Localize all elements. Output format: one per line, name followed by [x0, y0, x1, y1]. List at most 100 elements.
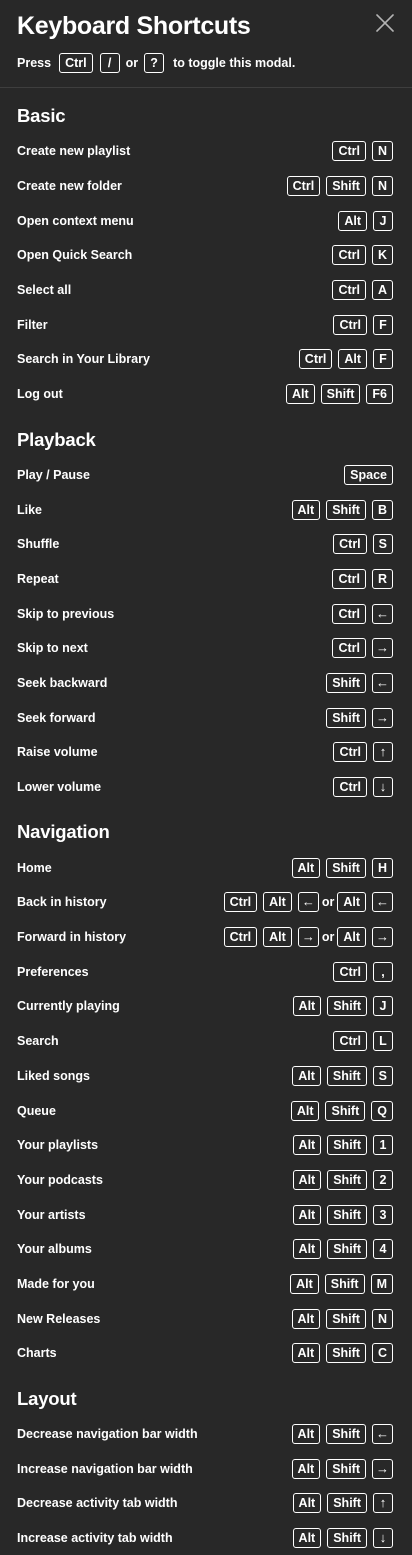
shortcut-keys: Ctrl ←	[332, 603, 393, 624]
shortcut-label: Create new playlist	[17, 144, 131, 159]
key-cap: Alt	[291, 1424, 321, 1445]
key-cap: K	[371, 245, 393, 266]
toggle-hint: Press Ctrl / or ? to toggle this modal.	[17, 52, 300, 74]
shortcut-label: Log out	[17, 387, 63, 402]
shortcut-keys: Shift →	[326, 707, 393, 728]
shortcut-keys: Ctrl N	[332, 141, 393, 162]
shortcut-keys: Ctrl K	[332, 245, 393, 266]
shortcut-row: Lower volume Ctrl ↓	[17, 770, 393, 805]
key-cap: Alt	[292, 1065, 321, 1086]
shortcut-row: Skip to previous Ctrl ←	[17, 596, 393, 631]
shortcut-label: Shuffle	[17, 537, 60, 552]
key-cap: S	[372, 1065, 393, 1086]
shortcut-keys: Ctrl Alt F	[298, 349, 393, 370]
keyboard-shortcuts-modal: Keyboard Shortcuts Press Ctrl / or ? to …	[0, 0, 412, 1549]
key-cap: Shift	[327, 1169, 367, 1190]
key-cap: ←	[372, 603, 393, 624]
shortcut-label: Currently playing	[17, 999, 120, 1014]
key-cap: Alt	[291, 1343, 321, 1364]
key-cap: ←	[297, 892, 319, 913]
close-button[interactable]	[373, 11, 397, 35]
key-cap: Shift	[326, 1458, 366, 1479]
shortcut-label: Lower volume	[17, 780, 102, 795]
key-cap: ,	[373, 961, 393, 982]
key-cap: Alt	[263, 927, 292, 948]
key-cap: N	[371, 141, 393, 162]
shortcut-row: New Releases Alt Shift N	[17, 1301, 393, 1336]
shortcut-keys: Ctrl ↑	[333, 742, 393, 763]
key-cap: R	[371, 568, 393, 589]
key-cap: N	[371, 176, 393, 197]
key-cap: Shift	[324, 1273, 365, 1294]
shortcut-label: Seek forward	[17, 710, 96, 725]
key-cap: Shift	[326, 857, 366, 878]
key-cap: Shift	[327, 1493, 367, 1514]
shortcut-row: Home Alt Shift H	[17, 850, 393, 885]
shortcut-row: Search Ctrl L	[17, 1024, 393, 1059]
shortcut-label: Your playlists	[17, 1138, 99, 1153]
shortcut-row: Decrease activity tab width Alt Shift ↑	[17, 1486, 393, 1521]
shortcut-label: Raise volume	[17, 745, 98, 760]
shortcut-label: Open Quick Search	[17, 248, 133, 263]
or-text: or	[321, 930, 335, 945]
key-cap: Ctrl	[332, 638, 366, 659]
shortcut-row: Select all Ctrl A	[17, 273, 393, 308]
key-cap: ↓	[373, 1528, 393, 1549]
key-cap: Ctrl	[333, 534, 367, 555]
close-icon	[376, 14, 394, 32]
shortcut-label: Seek backward	[17, 675, 108, 690]
shortcut-label: Skip to next	[17, 641, 88, 656]
key-cap: Alt	[285, 384, 315, 405]
shortcut-keys: Alt Shift ←	[291, 1424, 393, 1445]
shortcut-label: Skip to previous	[17, 606, 115, 621]
shortcut-keys: Ctrl Alt → or Alt →	[223, 927, 393, 948]
key-cap: Alt	[292, 1135, 322, 1156]
shortcut-row: Raise volume Ctrl ↑	[17, 735, 393, 770]
shortcut-row: Create new playlist Ctrl N	[17, 134, 393, 169]
key-cap: H	[371, 857, 393, 878]
shortcut-row: Create new folder Ctrl Shift N	[17, 169, 393, 204]
shortcut-row: Liked songs Alt Shift S	[17, 1059, 393, 1094]
shortcut-label: Your artists	[17, 1207, 86, 1222]
key-cap: Alt	[338, 210, 367, 231]
key-cap: F	[373, 314, 393, 335]
key-cap: Shift	[326, 499, 366, 520]
shortcut-keys: Ctrl Shift N	[286, 176, 393, 197]
shortcut-label: Create new folder	[17, 179, 122, 194]
shortcut-row: Skip to next Ctrl →	[17, 631, 393, 666]
key-cap: Q	[371, 1100, 393, 1121]
shortcut-label: Filter	[17, 317, 48, 332]
key-cap: Alt	[292, 996, 322, 1017]
key-cap: Shift	[327, 1528, 367, 1549]
key-cap: Ctrl	[332, 141, 366, 162]
key-cap: Shift	[327, 1135, 367, 1156]
key-cap: Ctrl	[286, 176, 321, 197]
key-cap: Ctrl	[333, 314, 367, 335]
shortcut-label: Increase navigation bar width	[17, 1461, 193, 1476]
shortcut-keys: Alt Shift ↓	[292, 1528, 393, 1549]
shortcut-row: Charts Alt Shift C	[17, 1336, 393, 1371]
key-cap: Ctrl	[332, 280, 366, 301]
key-cap: Ctrl	[333, 742, 367, 763]
shortcut-row: Made for you Alt Shift M	[17, 1267, 393, 1302]
key-cap: Alt	[291, 1308, 321, 1329]
key-cap: Alt	[263, 892, 292, 913]
shortcut-row: Your artists Alt Shift 3	[17, 1197, 393, 1232]
shortcut-label: Charts	[17, 1346, 57, 1361]
shortcut-keys: Ctrl R	[332, 568, 393, 589]
key-cap: ←	[372, 672, 393, 693]
shortcut-keys: Alt Shift Q	[290, 1100, 393, 1121]
shortcut-label: Your albums	[17, 1242, 92, 1257]
key-cap: Alt	[291, 1458, 321, 1479]
key-cap: 2	[373, 1169, 393, 1190]
shortcut-label: Decrease activity tab width	[17, 1496, 178, 1511]
shortcut-keys: Alt Shift N	[291, 1308, 393, 1329]
key-cap: ←	[372, 892, 393, 913]
shortcut-row: Decrease navigation bar width Alt Shift ←	[17, 1417, 393, 1452]
shortcut-row: Forward in history Ctrl Alt → or Alt →	[17, 920, 393, 955]
shortcut-label: Your podcasts	[17, 1172, 103, 1187]
shortcut-keys: Ctrl L	[333, 1031, 393, 1052]
shortcut-row: Increase activity tab width Alt Shift ↓	[17, 1521, 393, 1555]
shortcut-label: New Releases	[17, 1311, 101, 1326]
key-cap: Shift	[326, 1424, 366, 1445]
